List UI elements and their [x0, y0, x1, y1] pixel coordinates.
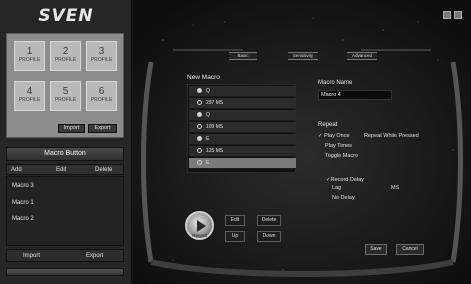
tab-basic[interactable]: Basic	[229, 52, 257, 60]
key-down-icon	[197, 136, 202, 141]
profile-number: 1	[26, 46, 33, 57]
event-text: 297 MS	[206, 100, 224, 106]
profile-label: PROFILE	[54, 57, 77, 63]
event-text: Q	[206, 88, 210, 94]
window-minimize-icon[interactable]	[443, 11, 451, 19]
repeat-label: Repeat	[318, 122, 338, 128]
event-text: 125 MS	[206, 148, 224, 154]
macro-event-list: Q 297 MS Q 109 MS E 125 MS E	[187, 84, 296, 173]
event-text: E	[206, 160, 210, 166]
new-macro-title: New Macro	[187, 74, 220, 81]
list-item[interactable]: 125 MS	[189, 146, 296, 157]
list-item[interactable]: Macro 1	[12, 200, 34, 206]
profile-1-button[interactable]: 1 PROFILE	[14, 41, 45, 71]
profile-number: 5	[62, 86, 69, 97]
delete-event-button[interactable]: Delete	[257, 215, 281, 226]
play-times-option[interactable]: Play Times	[325, 143, 352, 149]
repeat-while-pressed-option[interactable]: Repeat While Pressed	[364, 133, 419, 139]
list-item[interactable]: Q	[189, 86, 296, 97]
decorative-frame	[133, 0, 471, 284]
macro-list: Macro 3 Macro 1 Macro 2	[6, 176, 124, 246]
delay-icon	[197, 100, 202, 105]
profile-3-button[interactable]: 3 PROFILE	[86, 41, 117, 71]
save-button[interactable]: Save	[365, 244, 387, 255]
list-item[interactable]: 109 MS	[189, 122, 296, 133]
no-delay-option[interactable]: No Delay	[332, 195, 355, 201]
macro-button-header: Macro Button	[6, 147, 124, 161]
move-up-button[interactable]: Up	[225, 231, 245, 242]
profile-number: 4	[26, 86, 33, 97]
profile-import-button[interactable]: Import	[58, 124, 85, 133]
play-once-option[interactable]: ✓ Play Once	[318, 133, 350, 139]
list-item[interactable]: E	[189, 134, 296, 145]
profile-grid: 1 PROFILE 2 PROFILE 3 PROFILE 4 PROFILE …	[6, 33, 124, 138]
toggle-macro-option[interactable]: Toggle Macro	[325, 153, 358, 159]
sven-logo: SVEN	[38, 6, 94, 26]
key-up-icon	[197, 160, 202, 165]
list-item[interactable]: Q	[189, 110, 296, 121]
profile-label: PROFILE	[18, 97, 41, 103]
macro-import-button[interactable]: Import	[23, 252, 40, 260]
play-icon	[197, 220, 206, 232]
profile-number: 2	[62, 46, 69, 57]
tab-advanced[interactable]: Advanced	[347, 52, 377, 60]
delay-icon	[197, 148, 202, 153]
lag-unit-label: MS	[391, 185, 400, 191]
option-label: Play Once	[324, 133, 350, 139]
macro-toolbar: Add Edit Delete	[6, 164, 124, 175]
edit-event-button[interactable]: Edit	[225, 215, 245, 226]
main-panel: Basic Sensitivity Advanced New Macro Q 2…	[133, 0, 471, 284]
profile-4-button[interactable]: 4 PROFILE	[14, 81, 45, 111]
list-item[interactable]: Macro 2	[12, 216, 34, 222]
profile-2-button[interactable]: 2 PROFILE	[50, 41, 81, 71]
macro-name-label: Macro Name	[318, 80, 353, 86]
cancel-button[interactable]: Cancel	[396, 244, 424, 255]
event-text: Q	[206, 112, 210, 118]
delay-icon	[197, 124, 202, 129]
macro-name-input[interactable]: Macro 4	[318, 90, 392, 100]
profile-label: PROFILE	[90, 57, 113, 63]
list-item-selected[interactable]: E	[189, 158, 296, 169]
profile-6-button[interactable]: 6 PROFILE	[86, 81, 117, 111]
key-down-icon	[197, 88, 202, 93]
macro-export-button[interactable]: Export	[86, 252, 103, 260]
add-macro-button[interactable]: Add	[11, 166, 22, 174]
edit-macro-button[interactable]: Edit	[56, 166, 66, 174]
left-panel: SVEN 1 PROFILE 2 PROFILE 3 PROFILE 4 PRO…	[0, 0, 132, 284]
profile-label: PROFILE	[18, 57, 41, 63]
event-text: E	[206, 136, 210, 142]
profile-label: PROFILE	[54, 97, 77, 103]
option-label: Record Delay	[330, 177, 364, 183]
profile-label: PROFILE	[90, 97, 113, 103]
macro-import-export-bar: Import Export	[6, 249, 124, 262]
profile-number: 6	[98, 86, 105, 97]
event-text: 109 MS	[206, 124, 224, 130]
profile-number: 3	[98, 46, 105, 57]
delete-macro-button[interactable]: Delete	[95, 166, 112, 174]
tab-sensitivity[interactable]: Sensitivity	[288, 52, 318, 60]
list-item[interactable]: 297 MS	[189, 98, 296, 109]
profile-5-button[interactable]: 5 PROFILE	[50, 81, 81, 111]
key-down-icon	[197, 112, 202, 117]
window-close-icon[interactable]	[454, 11, 462, 19]
record-delay-option[interactable]: ✓Record Delay	[326, 177, 364, 183]
left-scrollbar[interactable]	[6, 268, 124, 276]
record-label: Record	[192, 233, 207, 238]
record-button[interactable]: Record	[185, 211, 214, 240]
lag-option[interactable]: Lag	[332, 185, 341, 191]
profile-export-button[interactable]: Export	[88, 124, 117, 133]
move-down-button[interactable]: Down	[257, 231, 281, 242]
list-item[interactable]: Macro 3	[12, 183, 34, 189]
